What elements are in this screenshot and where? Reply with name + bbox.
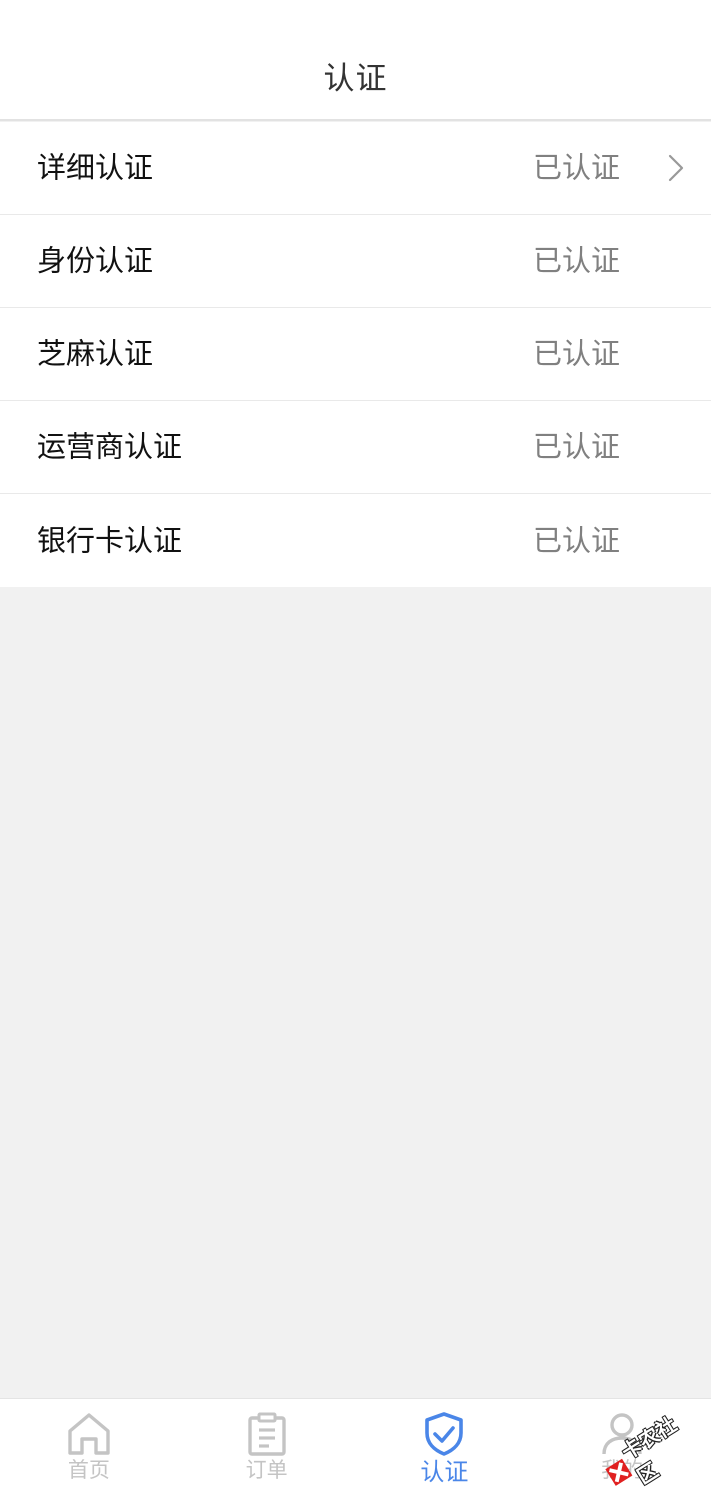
row-label: 详细认证 xyxy=(37,150,154,185)
tab-label: 认证 xyxy=(420,1458,469,1486)
status-text: 已认证 xyxy=(532,150,620,185)
tab-orders[interactable]: 订单 xyxy=(178,1399,356,1500)
tab-mine[interactable]: 我的 xyxy=(533,1399,711,1500)
status-text: 已认证 xyxy=(532,336,620,371)
shield-check-icon xyxy=(425,1412,464,1456)
tab-label: 订单 xyxy=(245,1458,288,1482)
row-label: 银行卡认证 xyxy=(37,523,183,557)
list-item-zhima-verification[interactable]: 芝麻认证 已认证 xyxy=(0,308,711,401)
app-root: 认证 详细认证 已认证 身份认证 已认证 芝麻认证 已认证 运营商认证 已认证 … xyxy=(0,0,711,1500)
status-text: 已认证 xyxy=(532,429,620,464)
header-bar: 认证 xyxy=(0,0,711,121)
row-label: 芝麻认证 xyxy=(37,336,154,371)
order-clipboard-icon xyxy=(247,1412,286,1456)
tab-verification[interactable]: 认证 xyxy=(356,1399,534,1500)
tab-label: 我的 xyxy=(601,1458,644,1482)
tab-home[interactable]: 首页 xyxy=(0,1399,178,1500)
verification-list: 详细认证 已认证 身份认证 已认证 芝麻认证 已认证 运营商认证 已认证 银行卡… xyxy=(0,122,711,587)
status-text: 已认证 xyxy=(532,243,620,278)
list-item-identity-verification[interactable]: 身份认证 已认证 xyxy=(0,215,711,308)
list-item-detailed-verification[interactable]: 详细认证 已认证 xyxy=(0,122,711,215)
chevron-right-icon xyxy=(668,154,684,182)
home-icon xyxy=(68,1413,110,1455)
row-label: 运营商认证 xyxy=(37,429,183,464)
status-text: 已认证 xyxy=(532,523,620,557)
row-label: 身份认证 xyxy=(37,243,154,278)
list-item-bankcard-verification[interactable]: 银行卡认证 已认证 xyxy=(0,494,711,587)
user-icon xyxy=(602,1413,642,1455)
page-title: 认证 xyxy=(323,61,388,97)
list-item-carrier-verification[interactable]: 运营商认证 已认证 xyxy=(0,401,711,494)
tab-label: 首页 xyxy=(67,1458,110,1482)
bottom-tab-bar: 首页 订单 认证 我的 xyxy=(0,1398,711,1500)
